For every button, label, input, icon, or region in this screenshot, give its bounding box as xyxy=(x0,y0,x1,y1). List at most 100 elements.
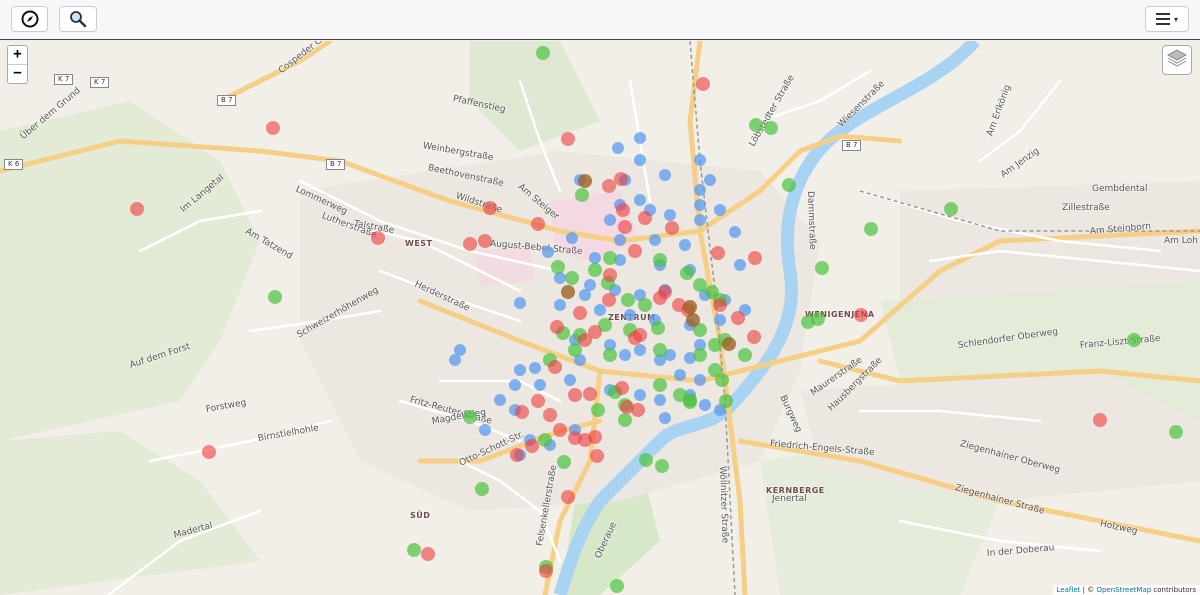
green-map-marker[interactable] xyxy=(621,293,635,307)
red-map-marker[interactable] xyxy=(616,203,630,217)
red-map-marker[interactable] xyxy=(568,388,582,402)
green-map-marker[interactable] xyxy=(538,433,552,447)
green-map-marker[interactable] xyxy=(591,403,605,417)
green-map-marker[interactable] xyxy=(557,455,571,469)
blue-map-marker[interactable] xyxy=(514,297,526,309)
red-map-marker[interactable] xyxy=(711,246,725,260)
leaflet-link[interactable]: Leaflet xyxy=(1057,586,1081,594)
red-map-marker[interactable] xyxy=(483,201,497,215)
green-map-marker[interactable] xyxy=(638,298,652,312)
red-map-marker[interactable] xyxy=(583,387,597,401)
red-map-marker[interactable] xyxy=(539,564,553,578)
green-map-marker[interactable] xyxy=(1169,425,1183,439)
red-map-marker[interactable] xyxy=(531,394,545,408)
green-map-marker[interactable] xyxy=(565,271,579,285)
green-map-marker[interactable] xyxy=(764,121,778,135)
red-map-marker[interactable] xyxy=(573,306,587,320)
blue-map-marker[interactable] xyxy=(566,232,578,244)
map-view[interactable]: Cospeder Grund Über dem Grund Pfaffensti… xyxy=(0,41,1200,595)
blue-map-marker[interactable] xyxy=(624,309,636,321)
zoom-out-button[interactable]: − xyxy=(8,64,27,83)
red-map-marker[interactable] xyxy=(602,293,616,307)
blue-map-marker[interactable] xyxy=(729,226,741,238)
blue-map-marker[interactable] xyxy=(494,394,506,406)
blue-map-marker[interactable] xyxy=(649,234,661,246)
blue-map-marker[interactable] xyxy=(634,344,646,356)
green-map-marker[interactable] xyxy=(575,188,589,202)
blue-map-marker[interactable] xyxy=(479,424,491,436)
green-map-marker[interactable] xyxy=(738,348,752,362)
layers-button[interactable] xyxy=(1162,45,1192,75)
green-map-marker[interactable] xyxy=(603,251,617,265)
blue-map-marker[interactable] xyxy=(679,239,691,251)
green-map-marker[interactable] xyxy=(653,253,667,267)
blue-map-marker[interactable] xyxy=(704,174,716,186)
blue-map-marker[interactable] xyxy=(634,154,646,166)
green-map-marker[interactable] xyxy=(782,178,796,192)
blue-map-marker[interactable] xyxy=(514,364,526,376)
red-map-marker[interactable] xyxy=(854,308,868,322)
red-map-marker[interactable] xyxy=(638,211,652,225)
red-map-marker[interactable] xyxy=(748,251,762,265)
blue-map-marker[interactable] xyxy=(659,412,671,424)
green-map-marker[interactable] xyxy=(864,222,878,236)
red-map-marker[interactable] xyxy=(510,448,524,462)
red-map-marker[interactable] xyxy=(633,328,647,342)
red-map-marker[interactable] xyxy=(588,325,602,339)
red-map-marker[interactable] xyxy=(421,547,435,561)
green-map-marker[interactable] xyxy=(463,410,477,424)
blue-map-marker[interactable] xyxy=(659,169,671,181)
menu-button[interactable]: ▾ xyxy=(1145,6,1189,32)
blue-map-marker[interactable] xyxy=(612,142,624,154)
search-button[interactable] xyxy=(59,6,97,32)
red-map-marker[interactable] xyxy=(731,311,745,325)
blue-map-marker[interactable] xyxy=(654,394,666,406)
blue-map-marker[interactable] xyxy=(579,289,591,301)
green-map-marker[interactable] xyxy=(715,373,729,387)
brown-map-marker[interactable] xyxy=(722,337,736,351)
green-map-marker[interactable] xyxy=(680,266,694,280)
green-map-marker[interactable] xyxy=(693,348,707,362)
blue-map-marker[interactable] xyxy=(634,194,646,206)
red-map-marker[interactable] xyxy=(614,172,628,186)
red-map-marker[interactable] xyxy=(618,220,632,234)
blue-map-marker[interactable] xyxy=(614,234,626,246)
red-map-marker[interactable] xyxy=(696,77,710,91)
red-map-marker[interactable] xyxy=(550,320,564,334)
blue-map-marker[interactable] xyxy=(694,214,706,226)
blue-map-marker[interactable] xyxy=(529,362,541,374)
red-map-marker[interactable] xyxy=(478,234,492,248)
green-map-marker[interactable] xyxy=(407,543,421,557)
red-map-marker[interactable] xyxy=(590,449,604,463)
red-map-marker[interactable] xyxy=(561,132,575,146)
red-map-marker[interactable] xyxy=(631,403,645,417)
blue-map-marker[interactable] xyxy=(604,214,616,226)
green-map-marker[interactable] xyxy=(1127,333,1141,347)
green-map-marker[interactable] xyxy=(655,459,669,473)
red-map-marker[interactable] xyxy=(553,423,567,437)
blue-map-marker[interactable] xyxy=(734,259,746,271)
blue-map-marker[interactable] xyxy=(634,132,646,144)
red-map-marker[interactable] xyxy=(130,202,144,216)
green-map-marker[interactable] xyxy=(268,290,282,304)
osm-link[interactable]: OpenStreetMap xyxy=(1096,586,1151,594)
blue-map-marker[interactable] xyxy=(694,374,706,386)
red-map-marker[interactable] xyxy=(561,490,575,504)
locate-button[interactable] xyxy=(11,6,48,32)
blue-map-marker[interactable] xyxy=(554,299,566,311)
red-map-marker[interactable] xyxy=(1093,413,1107,427)
blue-map-marker[interactable] xyxy=(619,349,631,361)
blue-map-marker[interactable] xyxy=(694,154,706,166)
red-map-marker[interactable] xyxy=(653,291,667,305)
blue-map-marker[interactable] xyxy=(674,369,686,381)
green-map-marker[interactable] xyxy=(815,261,829,275)
green-map-marker[interactable] xyxy=(653,343,667,357)
green-map-marker[interactable] xyxy=(651,321,665,335)
red-map-marker[interactable] xyxy=(266,121,280,135)
red-map-marker[interactable] xyxy=(371,231,385,245)
green-map-marker[interactable] xyxy=(618,413,632,427)
green-map-marker[interactable] xyxy=(603,348,617,362)
blue-map-marker[interactable] xyxy=(534,379,546,391)
red-map-marker[interactable] xyxy=(628,244,642,258)
blue-map-marker[interactable] xyxy=(714,204,726,216)
